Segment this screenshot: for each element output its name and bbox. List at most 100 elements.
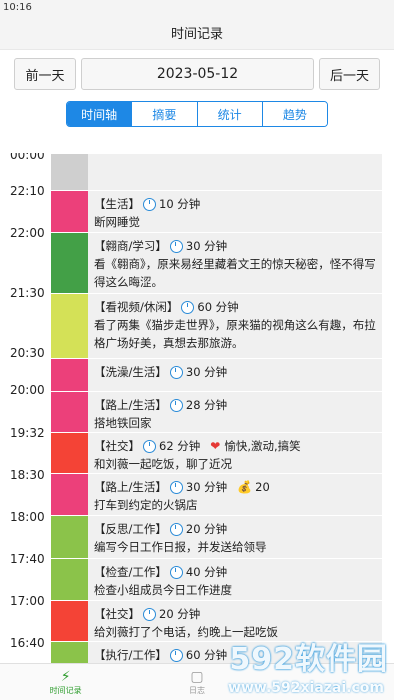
entry-header: 【路上/生活】 28 分钟 — [94, 396, 376, 414]
entry-content: 【翱商/学习】 30 分钟看《翱商》，原来易经里藏着文王的惊天秘密，怪不得写得这么… — [94, 237, 376, 291]
entry-header: 【社交】 62 分钟 ❤ 愉快,激动,搞笑 — [94, 437, 376, 455]
entry-header: 【检查/工作】 40 分钟 — [94, 563, 376, 581]
entry-duration: 10 分钟 — [159, 197, 201, 211]
entry-content: 【检查/工作】 40 分钟 检查小组成员今日工作进度 — [94, 563, 376, 599]
category-color-bar — [51, 359, 88, 391]
date-field[interactable]: 2023-05-12 — [81, 58, 314, 90]
entry-description: 断网睡觉 — [94, 215, 140, 229]
entry-category: 【社交】 — [94, 439, 140, 453]
entry-content: 【路上/生活】 30 分钟 💰 20 打车到约定的火锅店 — [94, 478, 376, 514]
time-label: 22:00 — [10, 226, 45, 240]
tab-timeline[interactable]: 时间轴 — [67, 102, 132, 126]
category-color-bar — [51, 516, 88, 558]
entry-mood: 愉快,激动,搞笑 — [224, 439, 301, 453]
clock-icon — [143, 607, 156, 621]
entry-description: 编写今日工作日报，并发送给领导 — [94, 540, 267, 554]
next-day-button[interactable]: 后一天 — [319, 58, 380, 90]
entry-duration: 40 分钟 — [185, 565, 228, 579]
time-label: 00:00 — [10, 153, 45, 162]
timeline-entry[interactable]: 【反思/工作】 20 分钟编写今日工作日报，并发送给领导 — [51, 515, 382, 558]
entry-duration: 62 分钟 — [159, 439, 201, 453]
entry-header: 【翱商/学习】 30 分钟 — [94, 237, 376, 255]
category-color-bar — [51, 191, 88, 232]
entry-duration: 60 分钟 — [185, 648, 228, 662]
time-label: 20:30 — [10, 346, 45, 360]
entry-content: 【路上/生活】 28 分钟搭地铁回家 — [94, 396, 376, 432]
money-bag-icon: 💰 — [237, 480, 253, 494]
entry-content: 【反思/工作】 20 分钟编写今日工作日报，并发送给领导 — [94, 520, 376, 556]
heart-icon: ❤ — [210, 439, 221, 453]
entry-category: 【看视频/休闲】 — [94, 300, 179, 314]
clock-icon — [143, 439, 156, 453]
time-label: 18:00 — [10, 510, 45, 524]
timeline-entry[interactable]: 【检查/工作】 40 分钟 检查小组成员今日工作进度 — [51, 558, 382, 600]
status-bar: 10:16 — [0, 0, 394, 16]
entry-description: 看了两集《猫步走世界》，原来猫的视角这么有趣，布拉格广场好美，真想去那旅游。 — [94, 318, 376, 350]
page-title: 时间记录 — [170, 27, 223, 42]
entry-description: 和刘薇一起吃饭，聊了近况 — [94, 457, 232, 471]
entry-category: 【执行/工作】 — [94, 648, 167, 662]
tab-stats[interactable]: 统计 — [196, 102, 262, 126]
timeline-entry[interactable]: 【看视频/休闲】 60 分钟看了两集《猫步走世界》，原来猫的视角这么有趣，布拉格广… — [51, 293, 382, 358]
clock-icon — [169, 522, 183, 536]
entry-description: 打车到约定的火锅店 — [94, 498, 198, 512]
time-label: 22:10 — [10, 184, 45, 198]
time-label: 17:40 — [10, 552, 45, 566]
tab-summary[interactable]: 摘要 — [131, 102, 197, 126]
timeline-entry[interactable]: 【社交】 62 分钟 ❤ 愉快,激动,搞笑和刘薇一起吃饭，聊了近况 — [51, 432, 382, 473]
entry-category: 【检查/工作】 — [94, 565, 167, 579]
date-bar: 前一天 2023-05-12 后一天 — [0, 50, 394, 98]
timeline-entry[interactable] — [51, 153, 382, 190]
clock-icon — [169, 239, 183, 253]
entry-category: 【路上/生活】 — [94, 480, 167, 494]
prev-day-button[interactable]: 前一天 — [14, 58, 76, 90]
clock-icon — [169, 565, 183, 579]
clock-icon — [169, 648, 183, 662]
entry-duration: 60 分钟 — [197, 300, 239, 314]
entry-duration: 28 分钟 — [185, 398, 228, 412]
entry-header: 【看视频/休闲】 60 分钟 — [94, 298, 376, 316]
timeline-entry[interactable]: 【翱商/学习】 30 分钟看《翱商》，原来易经里藏着文王的惊天秘密，怪不得写得这么… — [51, 232, 382, 293]
time-label: 17:00 — [10, 594, 45, 608]
entry-duration: 20 分钟 — [185, 522, 228, 536]
entry-header: 【社交】 20 分钟 — [94, 605, 376, 623]
entry-header: 【生活】 10 分钟 — [94, 195, 376, 213]
entry-duration: 30 分钟 — [185, 239, 228, 253]
nav-item-time-record[interactable]: ⚡ 时间记录 — [0, 664, 131, 700]
status-time: 10:16 — [3, 2, 32, 13]
view-tabs: 时间轴 摘要 统计 趋势 — [66, 101, 328, 127]
clock-icon — [169, 365, 183, 379]
timeline-entry[interactable]: 【生活】 10 分钟断网睡觉 — [51, 190, 382, 232]
entry-content: 【洗澡/生活】 30 分钟 — [94, 363, 376, 381]
time-label: 21:30 — [10, 286, 45, 300]
entry-header: 【反思/工作】 20 分钟 — [94, 520, 376, 538]
entry-content: 【看视频/休闲】 60 分钟看了两集《猫步走世界》，原来猫的视角这么有趣，布拉格广… — [94, 298, 376, 352]
nav-item-label: 日志 — [188, 685, 205, 695]
entry-description: 看《翱商》，原来易经里藏着文王的惊天秘密，怪不得写得这么晦涩。 — [94, 257, 376, 289]
timeline-entry[interactable]: 【洗澡/生活】 30 分钟 — [51, 358, 382, 391]
clock-icon — [181, 300, 195, 314]
tab-trend[interactable]: 趋势 — [261, 102, 327, 126]
category-color-bar — [51, 154, 88, 190]
entry-header: 【路上/生活】 30 分钟 💰 20 — [94, 478, 376, 496]
timeline-entry[interactable]: 【路上/生活】 28 分钟搭地铁回家 — [51, 391, 382, 432]
category-color-bar — [51, 601, 88, 641]
category-color-bar — [51, 559, 88, 600]
entry-description: 搭地铁回家 — [94, 416, 152, 430]
entry-category: 【翱商/学习】 — [94, 239, 167, 253]
log-icon: ▢ — [190, 668, 204, 685]
entry-duration: 30 分钟 — [185, 365, 228, 379]
timeline-entry[interactable]: 【路上/生活】 30 分钟 💰 20 打车到约定的火锅店 — [51, 473, 382, 515]
entry-category: 【社交】 — [94, 607, 140, 621]
entry-duration: 20 分钟 — [159, 607, 201, 621]
nav-item-label: 时间记录 — [49, 685, 82, 695]
entry-category: 【路上/生活】 — [94, 398, 167, 412]
category-color-bar — [51, 642, 88, 663]
time-label: 16:40 — [10, 636, 45, 650]
entry-content: 【生活】 10 分钟断网睡觉 — [94, 195, 376, 231]
timeline[interactable]: 【生活】 10 分钟 断网睡觉 【翱商/学习】 30 分钟 看《翱商》，原来易经里藏着文王… — [0, 153, 394, 663]
entry-duration: 30 分钟 — [185, 480, 228, 494]
category-color-bar — [51, 474, 88, 515]
entry-money: 20 — [255, 480, 270, 494]
entry-category: 【洗澡/生活】 — [94, 365, 167, 379]
